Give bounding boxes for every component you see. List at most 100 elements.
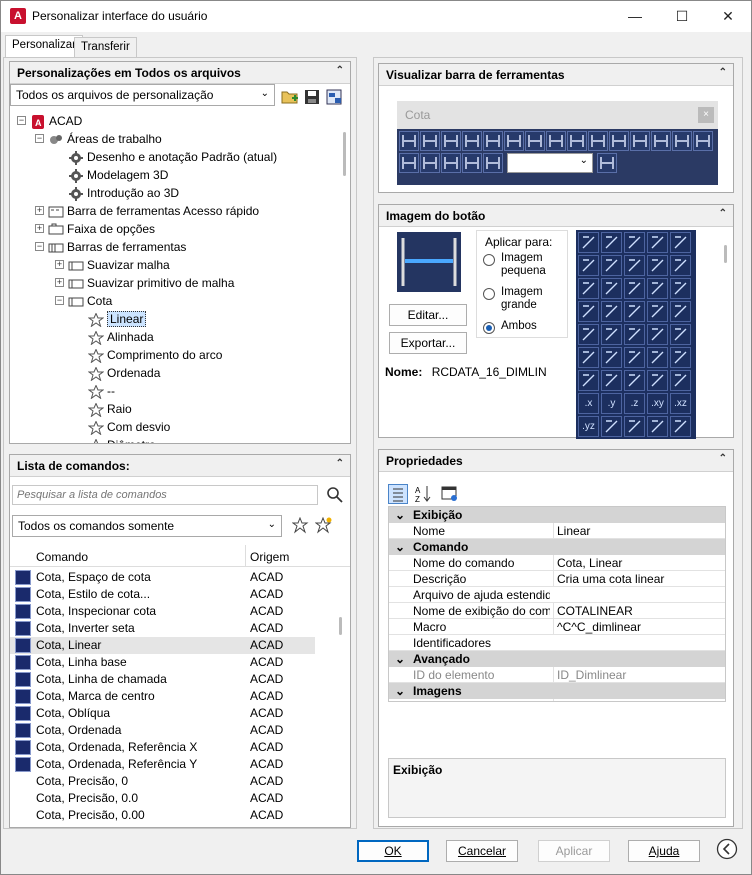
toolbar-button-icon[interactable]	[399, 131, 419, 151]
command-row[interactable]: Cota, Ordenada, Referência Y ACAD	[10, 756, 338, 773]
property-row[interactable]: Arquivo de ajuda estendida	[389, 587, 725, 603]
collapse-dialog-icon[interactable]	[716, 838, 738, 860]
command-row[interactable]: Cota, Precisão, 0 ACAD	[10, 773, 338, 790]
help-button[interactable]: Ajuda	[628, 840, 700, 862]
point-filter-icon[interactable]: .z	[624, 393, 645, 414]
tree-item[interactable]: Áreas de trabalho	[48, 130, 162, 148]
ok-button[interactable]: OK	[357, 840, 429, 862]
image-library-icon[interactable]	[601, 301, 622, 322]
tree-item[interactable]: Suavizar malha	[68, 256, 170, 274]
collapse-tree-icon[interactable]: −	[35, 242, 44, 251]
image-library-icon[interactable]	[647, 278, 668, 299]
tree-item[interactable]: Suavizar primitivo de malha	[68, 274, 234, 292]
image-library-icon[interactable]	[624, 324, 645, 345]
customization-file-icon[interactable]	[326, 89, 344, 105]
property-row[interactable]: Macro ^C^C_dimlinear	[389, 619, 725, 635]
toolbar-button-icon[interactable]	[672, 131, 692, 151]
minimize-button[interactable]: —	[612, 1, 658, 32]
properties-header[interactable]: Propriedades ⌃	[379, 450, 733, 472]
radio-both[interactable]: Ambos	[483, 320, 537, 334]
image-library-icon[interactable]	[670, 347, 691, 368]
collapse-icon[interactable]: ⌃	[719, 67, 727, 78]
command-row[interactable]: Cota, Ordenada ACAD	[10, 722, 338, 739]
toolbar-button-icon[interactable]	[630, 131, 650, 151]
toolbar-button-icon[interactable]	[441, 153, 461, 173]
image-library-icon[interactable]	[601, 232, 622, 253]
toolbar-preview-header[interactable]: Visualizar barra de ferramentas ⌃	[379, 64, 733, 86]
toolbar-button-icon[interactable]	[462, 131, 482, 151]
image-library-icon[interactable]	[624, 416, 645, 437]
image-library-icon[interactable]	[624, 232, 645, 253]
image-library-icon[interactable]	[578, 370, 599, 391]
property-value[interactable]: Cria uma cota linear	[553, 571, 725, 587]
column-command[interactable]: Comando	[36, 550, 88, 564]
image-grid-scrollbar[interactable]	[724, 245, 727, 263]
tree-item[interactable]: Introdução ao 3D	[68, 184, 179, 202]
image-library-icon[interactable]	[670, 370, 691, 391]
collapse-icon[interactable]: ⌃	[719, 453, 727, 464]
collapse-icon[interactable]: ⌃	[336, 65, 344, 76]
command-row[interactable]: Cota, Precisão, 0.0 ACAD	[10, 790, 338, 807]
tab-transferir[interactable]: Transferir	[74, 37, 137, 57]
radio-small-image[interactable]: Imagem pequena	[483, 252, 546, 277]
image-library-icon[interactable]	[601, 370, 622, 391]
star-filter-icon[interactable]	[292, 517, 309, 534]
image-library-icon[interactable]	[624, 301, 645, 322]
toolbar-button-icon[interactable]	[525, 131, 545, 151]
image-library-icon[interactable]	[647, 324, 668, 345]
property-category[interactable]: ⌄ Exibição	[389, 507, 725, 523]
command-row[interactable]: Cota, Linha de chamada ACAD	[10, 671, 338, 688]
image-library-icon[interactable]	[624, 278, 645, 299]
tree-item[interactable]: Faixa de opções	[48, 220, 155, 238]
image-library-icon[interactable]	[670, 278, 691, 299]
toolbar-button-icon[interactable]	[651, 131, 671, 151]
search-icon[interactable]	[326, 486, 343, 503]
tree-item[interactable]: Raio	[88, 400, 132, 418]
command-row[interactable]: Cota, Linear ACAD	[10, 637, 315, 654]
command-row[interactable]: Cota, Marca de centro ACAD	[10, 688, 338, 705]
tree-item[interactable]: Com desvio	[88, 418, 170, 436]
toolbar-button-icon[interactable]	[420, 153, 440, 173]
image-library-icon[interactable]	[670, 255, 691, 276]
tree-item[interactable]: Cota	[68, 292, 112, 310]
expand-icon[interactable]: +	[55, 260, 64, 269]
property-row[interactable]: Descrição Cria uma cota linear	[389, 571, 725, 587]
cancel-button[interactable]: Cancelar	[446, 840, 518, 862]
command-row[interactable]: Cota, Espaço de cota ACAD	[10, 569, 338, 586]
collapse-icon[interactable]: ⌃	[336, 458, 344, 469]
image-library-icon[interactable]	[647, 232, 668, 253]
image-library-icon[interactable]	[670, 232, 691, 253]
property-pages-icon[interactable]	[441, 484, 459, 504]
toolbar-button-icon[interactable]	[693, 131, 713, 151]
expand-icon[interactable]: +	[35, 224, 44, 233]
expand-icon[interactable]: +	[55, 278, 64, 287]
tree-item[interactable]: Comprimento do arco	[88, 346, 222, 364]
property-category[interactable]: ⌄ Imagens	[389, 683, 725, 699]
tree-item[interactable]: A ACAD	[30, 112, 82, 130]
toolbar-button-icon[interactable]	[441, 131, 461, 151]
collapse-icon[interactable]: ⌃	[719, 208, 727, 219]
property-category[interactable]: ⌄ Avançado	[389, 651, 725, 667]
image-library-icon[interactable]	[601, 416, 622, 437]
image-library-icon[interactable]	[647, 370, 668, 391]
title-bar[interactable]: A Personalizar interface do usuário — ☐ …	[1, 1, 751, 32]
image-library-icon[interactable]	[670, 301, 691, 322]
image-library-icon[interactable]	[578, 255, 599, 276]
command-search-input[interactable]	[12, 485, 318, 505]
command-filter-combo[interactable]: Todos os comandos somente ⌄	[12, 515, 282, 537]
point-filter-icon[interactable]: .xy	[647, 393, 668, 414]
toolbar-button-icon[interactable]	[504, 131, 524, 151]
property-row[interactable]: Identificadores	[389, 635, 725, 651]
command-row[interactable]: Cota, Inverter seta ACAD	[10, 620, 338, 637]
toolbar-button-icon[interactable]	[399, 153, 419, 173]
property-value[interactable]: COTALINEAR	[553, 603, 725, 619]
maximize-button[interactable]: ☐	[659, 1, 705, 32]
point-filter-icon[interactable]: .xz	[670, 393, 691, 414]
button-image-header[interactable]: Imagem do botão ⌃	[379, 205, 733, 227]
categorized-view-icon[interactable]	[388, 484, 408, 504]
apply-button[interactable]: Aplicar	[538, 840, 610, 862]
column-origin[interactable]: Origem	[250, 550, 289, 564]
save-icon[interactable]	[304, 89, 320, 105]
tree-item[interactable]: Linear	[88, 310, 147, 328]
command-row[interactable]: Cota, Oblíqua ACAD	[10, 705, 338, 722]
